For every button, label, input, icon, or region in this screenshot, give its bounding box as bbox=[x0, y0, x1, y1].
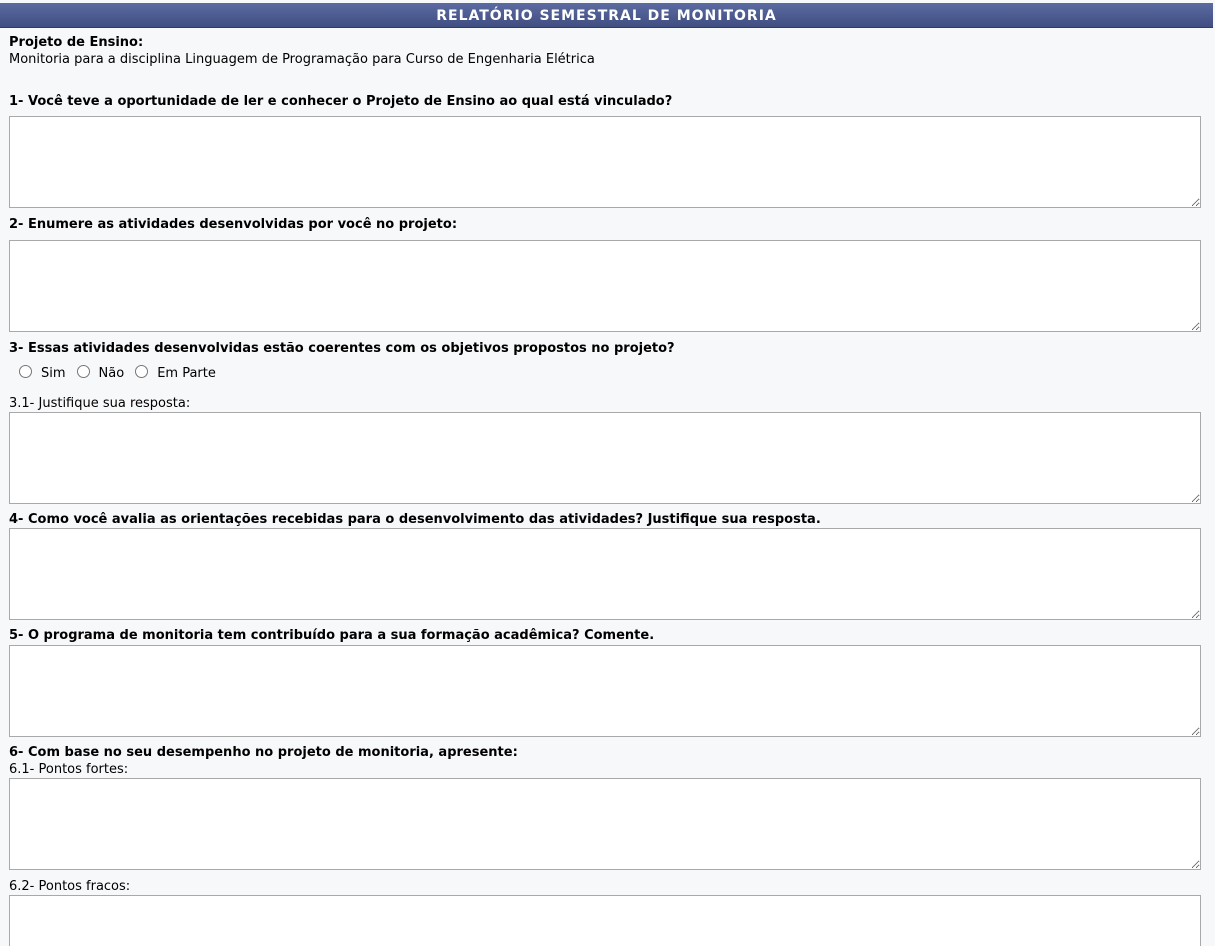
radio-nao[interactable] bbox=[76, 365, 90, 378]
question-6-2-label: 6.2- Pontos fracos: bbox=[9, 879, 131, 894]
option-em-parte-label: Em Parte bbox=[157, 366, 216, 381]
question-3-label: 3- Essas atividades desenvolvidas estão … bbox=[9, 341, 675, 356]
question-4-label: 4- Como você avalia as orientações receb… bbox=[9, 512, 821, 527]
question-3-1-textarea[interactable] bbox=[9, 412, 1201, 504]
option-sim-label: Sim bbox=[41, 366, 66, 381]
option-nao-label: Não bbox=[98, 366, 125, 381]
question-5-label: 5- O programa de monitoria tem contribuí… bbox=[9, 628, 655, 643]
page-title: RELATÓRIO SEMESTRAL DE MONITORIA bbox=[0, 3, 1213, 28]
question-5-textarea[interactable] bbox=[9, 645, 1201, 737]
question-3-options: Sim Não Em Parte bbox=[19, 364, 227, 381]
question-3-1-label: 3.1- Justifique sua resposta: bbox=[9, 396, 191, 411]
question-6-1-textarea[interactable] bbox=[9, 778, 1201, 870]
option-nao[interactable]: Não bbox=[76, 364, 125, 381]
question-6-2-textarea[interactable] bbox=[9, 895, 1201, 946]
report-form: RELATÓRIO SEMESTRAL DE MONITORIA Projeto… bbox=[0, 0, 1215, 946]
project-value: Monitoria para a disciplina Linguagem de… bbox=[9, 52, 595, 67]
question-1-textarea[interactable] bbox=[9, 116, 1201, 208]
radio-sim[interactable] bbox=[19, 365, 32, 378]
option-em-parte[interactable]: Em Parte bbox=[135, 364, 216, 381]
question-4-textarea[interactable] bbox=[9, 528, 1201, 620]
question-6-label: 6- Com base no seu desempenho no projeto… bbox=[9, 745, 518, 760]
radio-em-parte[interactable] bbox=[135, 365, 149, 378]
option-sim[interactable]: Sim bbox=[19, 364, 66, 381]
question-1-label: 1- Você teve a oportunidade de ler e con… bbox=[9, 94, 673, 109]
project-label: Projeto de Ensino: bbox=[9, 35, 144, 50]
question-2-textarea[interactable] bbox=[9, 240, 1201, 332]
question-6-1-label: 6.1- Pontos fortes: bbox=[9, 762, 129, 777]
question-2-label: 2- Enumere as atividades desenvolvidas p… bbox=[9, 217, 458, 232]
